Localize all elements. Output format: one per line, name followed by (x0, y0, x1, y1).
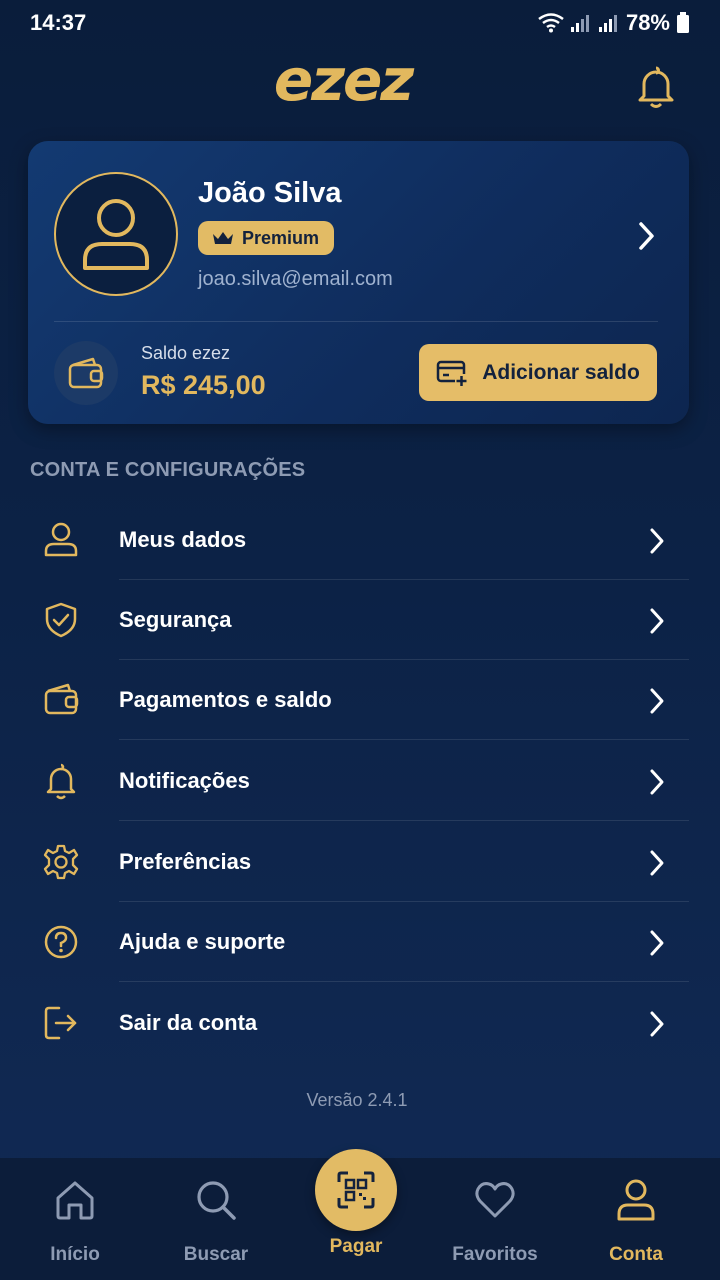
signal-icon-2 (598, 15, 617, 32)
battery-percent: 78% (625, 10, 670, 35)
bell-icon (46, 763, 76, 800)
user-avatar-icon (83, 199, 149, 270)
add-balance-button[interactable]: Adicionar saldo (419, 344, 657, 401)
gear-icon (43, 844, 79, 880)
menu-item-label: Segurança (119, 607, 232, 632)
menu-item-label: Meus dados (119, 527, 247, 552)
chevron-right-icon (650, 1011, 664, 1037)
status-icons: 78% (538, 10, 690, 36)
logout-icon (44, 1006, 77, 1040)
pay-label[interactable]: Pagar (286, 1236, 426, 1258)
status-time: 14:37 (30, 10, 87, 35)
user-icon (44, 522, 78, 557)
chevron-right-icon (650, 528, 664, 554)
menu-item-pagamentos[interactable]: Pagamentos e saldo (0, 660, 720, 740)
balance-value: R$ 245,00 (141, 370, 266, 400)
svg-text:ezez: ezez (274, 56, 414, 112)
wifi-icon (538, 13, 564, 33)
user-email: joao.silva@email.com (198, 268, 393, 290)
menu-item-notificacoes[interactable]: Notificações (0, 741, 720, 821)
search-icon (197, 1181, 236, 1220)
nav-label: Favoritos (452, 1244, 538, 1265)
nav-item-conta[interactable]: Conta (566, 1158, 706, 1280)
menu-divider (119, 981, 689, 982)
add-card-icon (436, 360, 469, 387)
pay-button[interactable] (315, 1149, 397, 1231)
menu-item-seguranca[interactable]: Segurança (0, 580, 720, 660)
nav-item-favoritos[interactable]: Favoritos (425, 1158, 565, 1280)
nav-label: Conta (609, 1244, 663, 1265)
menu-divider (119, 820, 689, 821)
status-bar: 14:37 78% (0, 0, 720, 46)
nav-label: Início (50, 1244, 100, 1265)
user-icon (617, 1179, 655, 1221)
user-name: João Silva (198, 177, 342, 209)
balance-label: Saldo ezez (141, 343, 231, 363)
menu-item-ajuda[interactable]: Ajuda e suporte (0, 902, 720, 982)
signal-icon (570, 15, 589, 32)
wallet-icon (44, 683, 79, 715)
menu-item-preferencias[interactable]: Preferências (0, 822, 720, 902)
crown-icon (213, 232, 233, 244)
menu-item-label: Sair da conta (119, 1010, 258, 1035)
wallet-badge (54, 341, 118, 405)
qr-scan-icon (337, 1171, 375, 1209)
chevron-right-icon (650, 688, 664, 714)
app-version: Versão 2.4.1 (306, 1090, 408, 1110)
chevron-right-icon (650, 850, 664, 876)
menu-item-label: Notificações (119, 768, 250, 793)
add-balance-label: Adicionar saldo (482, 360, 640, 384)
heart-icon (475, 1182, 515, 1218)
chevron-right-icon[interactable] (632, 219, 660, 253)
menu-item-sair[interactable]: Sair da conta (0, 983, 720, 1063)
ezez-logo: ezez (274, 56, 416, 112)
bottom-nav: Início Buscar Pagar Favoritos Conta (0, 1149, 720, 1280)
home-icon (56, 1181, 94, 1220)
section-title: CONTA E CONFIGURAÇÕES (30, 459, 306, 481)
notification-bell-icon[interactable] (634, 64, 678, 108)
profile-card[interactable]: João Silva Premium joao.silva@email.com … (28, 141, 689, 424)
menu-item-label: Pagamentos e saldo (119, 687, 332, 712)
chevron-right-icon (650, 930, 664, 956)
chevron-right-icon (650, 769, 664, 795)
nav-label: Buscar (183, 1244, 249, 1265)
shield-check-icon (45, 602, 77, 638)
avatar (54, 172, 178, 296)
card-divider (54, 321, 658, 322)
premium-badge: Premium (198, 221, 334, 255)
nav-item-buscar[interactable]: Buscar (146, 1158, 286, 1280)
menu-item-meus-dados[interactable]: Meus dados (0, 500, 720, 580)
menu-divider (119, 739, 689, 740)
wallet-icon (68, 357, 104, 389)
menu-item-label: Preferências (119, 849, 252, 874)
nav-item-inicio[interactable]: Início (5, 1158, 145, 1280)
top-bar: ezez (0, 46, 720, 126)
menu-item-label: Ajuda e suporte (119, 929, 286, 954)
premium-badge-label: Premium (242, 227, 320, 248)
help-circle-icon (44, 925, 78, 959)
battery-icon (677, 12, 689, 33)
chevron-right-icon (650, 608, 664, 634)
